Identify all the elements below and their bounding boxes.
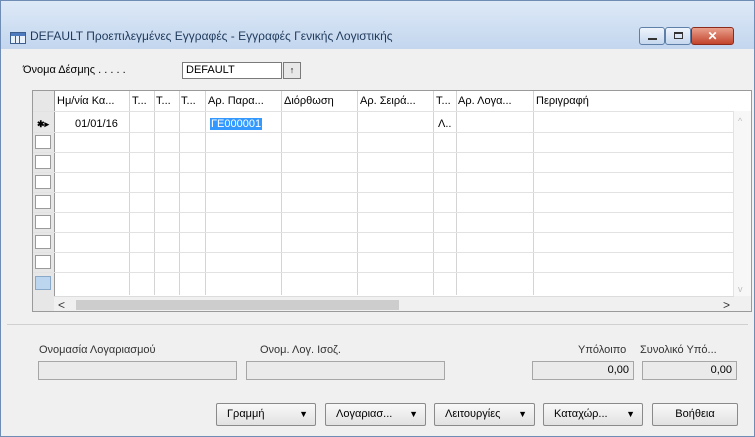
row-divider xyxy=(33,252,733,253)
batch-name-label: Όνομα Δέσμης . . . . . xyxy=(23,64,126,76)
column-divider xyxy=(456,91,457,295)
col-header-serial-no[interactable]: Αρ. Σειρά... xyxy=(360,91,432,111)
dropdown-arrow-icon: ▼ xyxy=(626,409,635,419)
row-divider xyxy=(33,152,733,153)
account-name-label: Ονομασία Λογαριασμού xyxy=(39,344,156,356)
bal-account-name-label: Ονομ. Λογ. Ισοζ. xyxy=(260,344,341,356)
scroll-down-icon[interactable]: v xyxy=(738,284,743,294)
cell-document-no[interactable]: ΓΕ000001 xyxy=(210,118,263,130)
row-selector[interactable] xyxy=(35,235,51,249)
col-header-correction[interactable]: Διόρθωση xyxy=(284,91,354,111)
scroll-left-icon[interactable]: < xyxy=(58,298,65,311)
account-name-field xyxy=(38,361,237,380)
balance-field: 0,00 xyxy=(532,361,634,380)
header-divider xyxy=(33,111,733,112)
column-divider xyxy=(433,91,434,295)
minimize-button[interactable] xyxy=(639,27,665,45)
row-selector[interactable] xyxy=(35,175,51,189)
bal-account-name-field xyxy=(246,361,445,380)
journal-window: DEFAULT Προεπιλεγμένες Εγγραφές - Εγγραφ… xyxy=(0,0,755,437)
column-divider xyxy=(533,91,534,295)
dropdown-arrow-icon: ▼ xyxy=(299,409,308,419)
row-divider xyxy=(33,272,733,273)
minimize-icon xyxy=(648,38,657,40)
column-divider xyxy=(179,91,180,295)
line-menu-label: Γραμμή xyxy=(227,408,265,420)
col-header-description[interactable]: Περιγραφή xyxy=(536,91,626,111)
scrollbar-thumb[interactable] xyxy=(76,300,399,310)
col-header-type3[interactable]: Τ... xyxy=(181,91,205,111)
row-divider xyxy=(33,192,733,193)
column-divider xyxy=(357,91,358,295)
row-selector[interactable] xyxy=(35,135,51,149)
posting-menu-button[interactable]: Καταχώρ... ▼ xyxy=(543,403,643,426)
close-icon: ✕ xyxy=(707,29,718,43)
col-header-account-type[interactable]: Τ... xyxy=(436,91,456,111)
row-selector[interactable] xyxy=(35,195,51,209)
window-title: DEFAULT Προεπιλεγμένες Εγγραφές - Εγγραφ… xyxy=(30,29,393,43)
row-selector-current[interactable] xyxy=(35,276,51,290)
help-button[interactable]: Βοήθεια xyxy=(652,403,738,426)
row-divider xyxy=(33,132,733,133)
title-bar[interactable]: DEFAULT Προεπιλεγμένες Εγγραφές - Εγγραφ… xyxy=(1,1,754,49)
scrollbar-corner xyxy=(734,296,751,311)
batch-lookup-button[interactable]: ↑ xyxy=(283,62,301,79)
horizontal-scrollbar[interactable]: < > xyxy=(54,296,734,311)
section-divider xyxy=(7,324,748,325)
new-record-marker-icon: ✱▸ xyxy=(37,119,50,129)
journal-lines-grid[interactable]: Ημ/νία Κα... Τ... Τ... Τ... Αρ. Παρα... … xyxy=(32,90,752,312)
cell-account-type[interactable]: Λ.. xyxy=(438,118,451,130)
close-button[interactable]: ✕ xyxy=(691,27,734,45)
col-header-doc-type[interactable]: Τ... xyxy=(132,91,152,111)
account-menu-button[interactable]: Λογαριασ... ▼ xyxy=(325,403,426,426)
functions-menu-button[interactable]: Λειτουργίες ▼ xyxy=(434,403,535,426)
maximize-icon xyxy=(674,32,683,39)
row-selector[interactable] xyxy=(35,155,51,169)
dropdown-arrow-icon: ▼ xyxy=(518,409,527,419)
dropdown-arrow-icon: ▼ xyxy=(409,409,418,419)
form-icon xyxy=(10,32,26,44)
col-header-document-no[interactable]: Αρ. Παρα... xyxy=(208,91,278,111)
column-divider xyxy=(154,91,155,295)
row-divider xyxy=(33,232,733,233)
scroll-right-icon[interactable]: > xyxy=(723,298,730,311)
scroll-up-icon[interactable]: ^ xyxy=(738,116,742,126)
row-selector[interactable] xyxy=(35,215,51,229)
row-selector[interactable] xyxy=(35,255,51,269)
maximize-button[interactable] xyxy=(665,27,691,45)
row-divider xyxy=(33,172,733,173)
column-divider xyxy=(281,91,282,295)
total-balance-field: 0,00 xyxy=(642,361,737,380)
col-header-posting-date[interactable]: Ημ/νία Κα... xyxy=(57,91,127,111)
col-header-account-no[interactable]: Αρ. Λογα... xyxy=(458,91,530,111)
total-balance-label: Συνολικό Υπό... xyxy=(640,344,717,356)
account-menu-label: Λογαριασ... xyxy=(336,408,393,420)
batch-name-field[interactable]: DEFAULT xyxy=(182,62,282,79)
col-header-type2[interactable]: Τ... xyxy=(156,91,176,111)
vertical-scrollbar[interactable]: ^ v xyxy=(733,111,751,297)
cell-posting-date[interactable]: 01/01/16 xyxy=(75,118,118,130)
column-divider xyxy=(205,91,206,295)
balance-label: Υπόλοιπο xyxy=(578,344,627,356)
column-divider xyxy=(129,91,130,295)
arrow-up-icon: ↑ xyxy=(289,65,295,75)
row-divider xyxy=(33,212,733,213)
posting-menu-label: Καταχώρ... xyxy=(554,408,608,420)
line-menu-button[interactable]: Γραμμή ▼ xyxy=(216,403,316,426)
functions-menu-label: Λειτουργίες xyxy=(445,408,501,420)
